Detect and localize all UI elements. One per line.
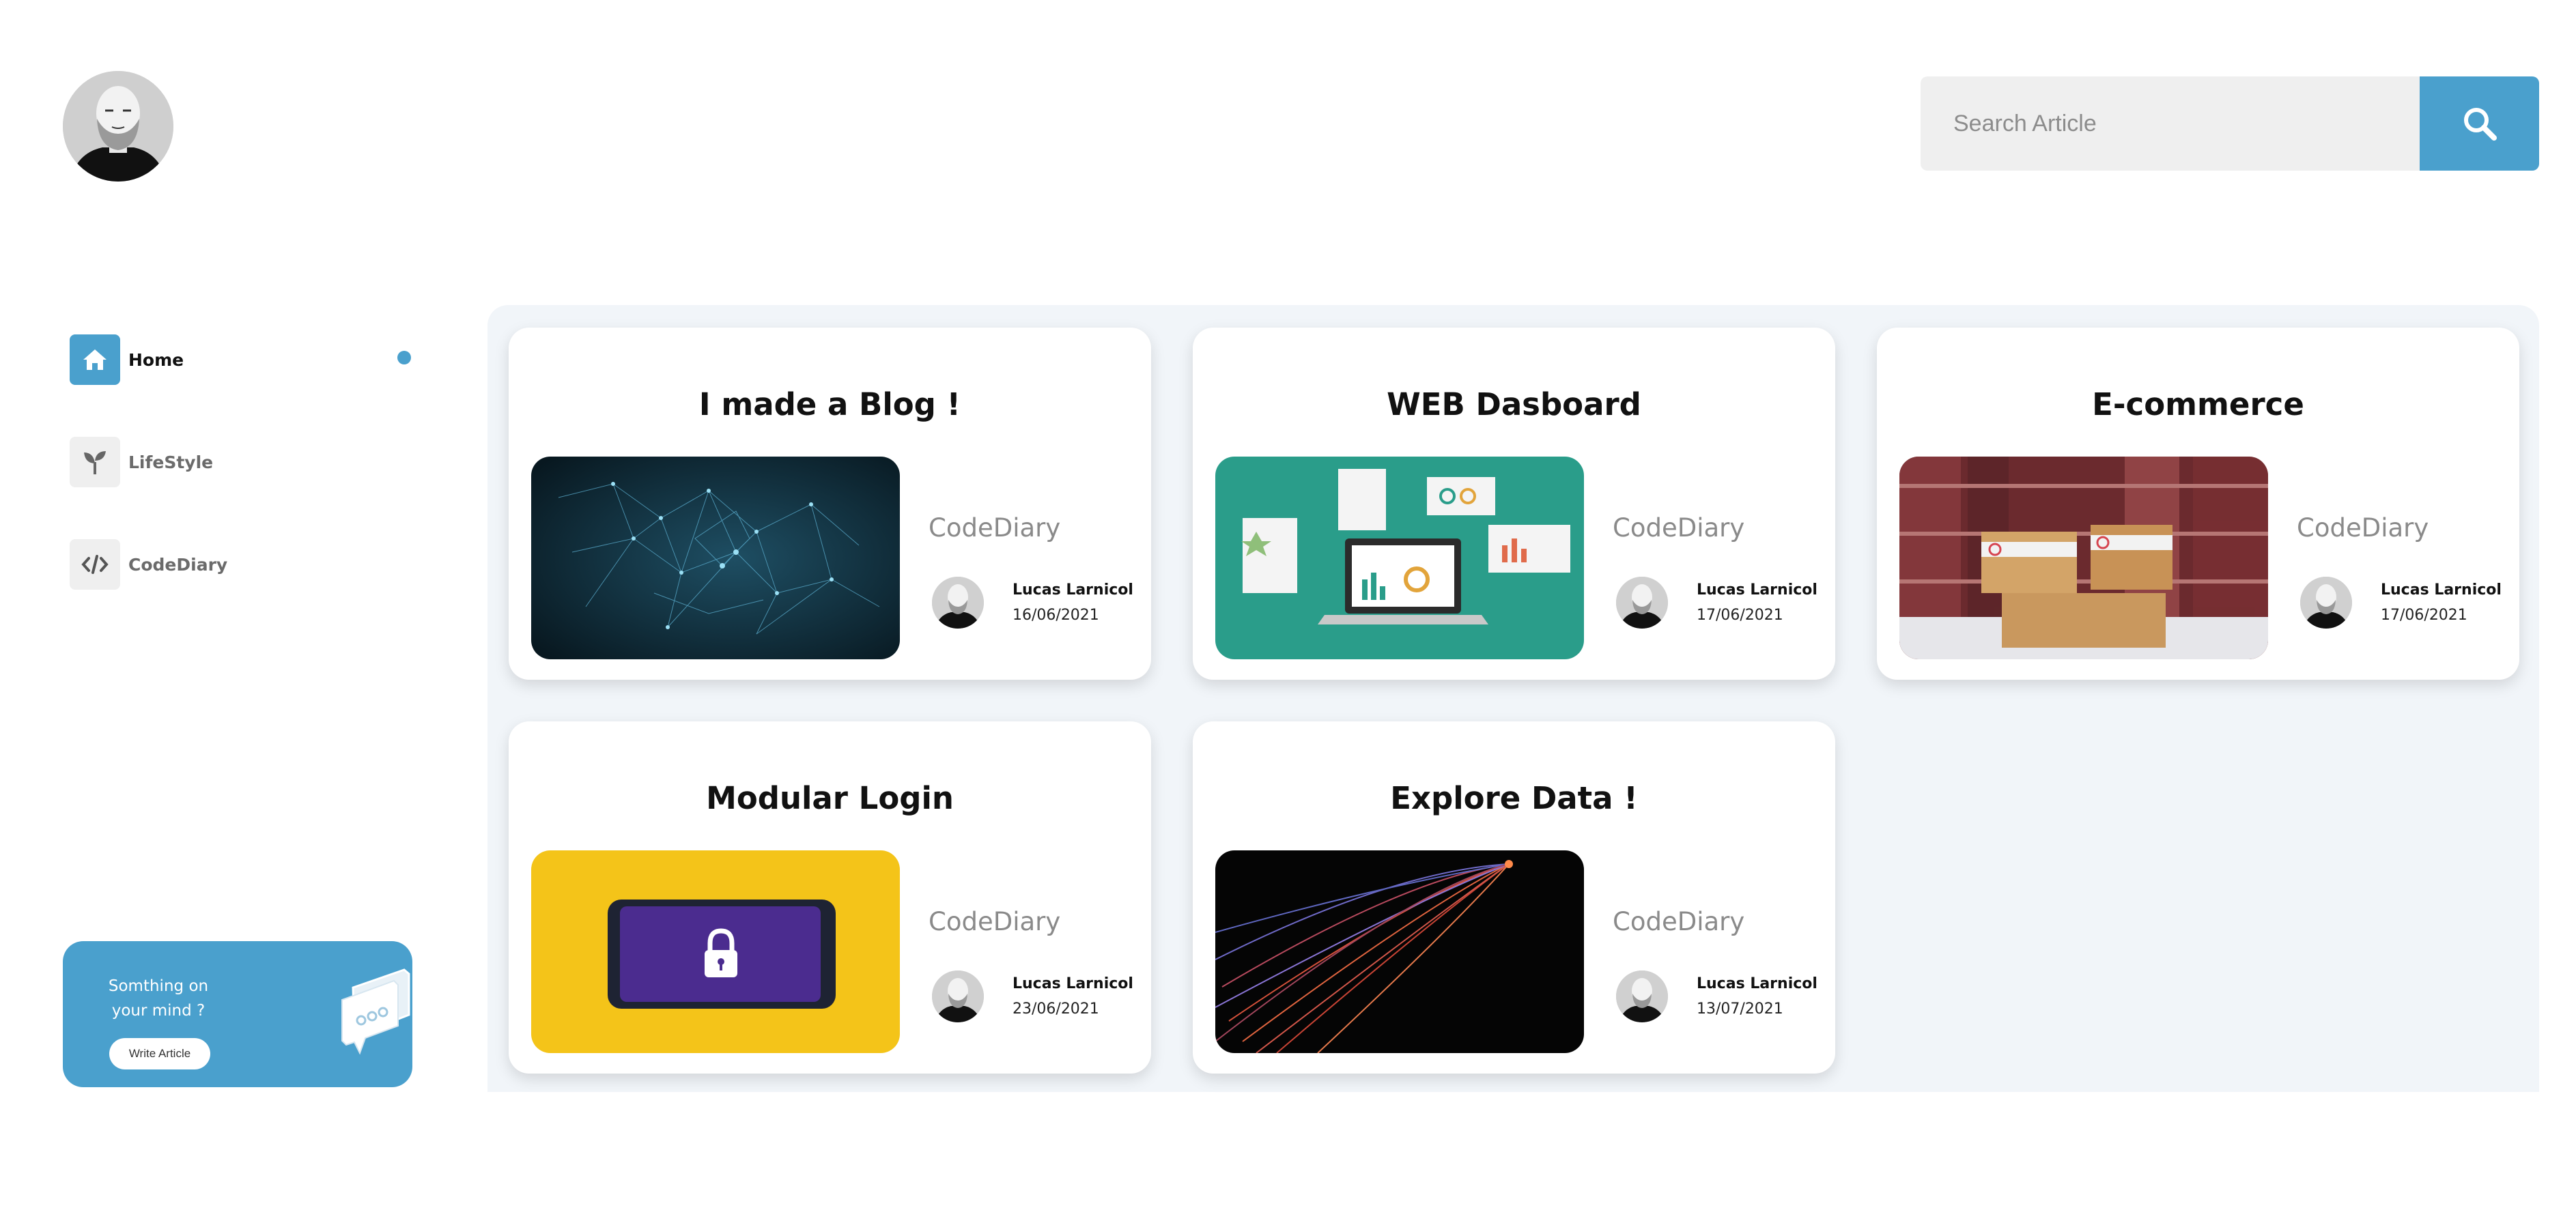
- author-name: Lucas Larnicol: [2381, 581, 2502, 599]
- article-category[interactable]: CodeDiary: [1613, 513, 1744, 543]
- article-card[interactable]: E-commerce CodeDiary Lucas Larnicol 17/0…: [1877, 328, 2519, 680]
- article-thumbnail-boxes: [1899, 457, 2268, 659]
- sidebar-item-label: Home: [128, 349, 184, 370]
- article-category[interactable]: CodeDiary: [2297, 513, 2429, 543]
- article-category[interactable]: CodeDiary: [1613, 907, 1744, 936]
- publish-date: 13/07/2021: [1697, 1001, 1783, 1018]
- article-card[interactable]: WEB Dasboard CodeDiary Lucas Larnicol 17…: [1193, 328, 1835, 680]
- article-category[interactable]: CodeDiary: [929, 513, 1060, 543]
- author-name: Lucas Larnicol: [1697, 581, 1817, 599]
- sidebar-item-lifestyle[interactable]: LifeStyle: [70, 437, 213, 487]
- article-thumbnail-light-trails: [1215, 850, 1584, 1053]
- article-thumbnail-dashboard: [1215, 457, 1584, 659]
- active-indicator: [397, 351, 411, 364]
- write-article-button[interactable]: Write Article: [109, 1038, 210, 1069]
- sidebar-item-label: LifeStyle: [128, 452, 214, 472]
- article-title: WEB Dasboard: [1387, 386, 1641, 422]
- article-category[interactable]: CodeDiary: [929, 907, 1060, 936]
- article-card[interactable]: Explore Data ! CodeDiary Lucas Larnicol …: [1193, 721, 1835, 1074]
- author-avatar: [2300, 577, 2352, 629]
- author-avatar: [932, 970, 984, 1022]
- article-author: Lucas Larnicol 17/06/2021: [1616, 577, 1817, 629]
- author-avatar: [932, 577, 984, 629]
- publish-date: 23/06/2021: [1013, 1001, 1099, 1018]
- article-card[interactable]: I made a Blog ! CodeDiary Lucas Larnicol…: [509, 328, 1151, 680]
- chat-bubbles-icon: [341, 968, 410, 1055]
- publish-date: 17/06/2021: [1697, 607, 1783, 624]
- profile-avatar[interactable]: [63, 71, 173, 182]
- author-avatar: [1616, 577, 1668, 629]
- article-thumbnail-phone-lock: [531, 850, 900, 1053]
- article-author: Lucas Larnicol 23/06/2021: [932, 970, 1133, 1022]
- article-title: E-commerce: [2092, 386, 2304, 422]
- article-author: Lucas Larnicol 13/07/2021: [1616, 970, 1817, 1022]
- code-icon: [70, 539, 120, 590]
- sidebar-item-home[interactable]: Home: [70, 334, 184, 385]
- write-article-card: Somthing on your mind ? Write Article: [63, 941, 412, 1087]
- author-name: Lucas Larnicol: [1013, 975, 1133, 992]
- author-name: Lucas Larnicol: [1697, 975, 1817, 992]
- publish-date: 16/06/2021: [1013, 607, 1099, 624]
- home-icon: [70, 334, 120, 385]
- search-bar: [1921, 76, 2539, 171]
- article-title: I made a Blog !: [698, 386, 961, 422]
- article-card[interactable]: Modular Login CodeDiary Lucas Larnicol 2…: [509, 721, 1151, 1074]
- article-thumbnail-network: [531, 457, 900, 659]
- article-title: Explore Data !: [1390, 780, 1638, 816]
- search-button[interactable]: [2420, 76, 2539, 171]
- article-author: Lucas Larnicol 16/06/2021: [932, 577, 1133, 629]
- article-title: Modular Login: [706, 780, 954, 816]
- article-author: Lucas Larnicol 17/06/2021: [2300, 577, 2502, 629]
- author-avatar: [1616, 970, 1668, 1022]
- search-icon: [2463, 108, 2497, 141]
- search-input[interactable]: [1921, 76, 2420, 171]
- publish-date: 17/06/2021: [2381, 607, 2467, 624]
- articles-panel: I made a Blog ! CodeDiary Lucas Larnicol…: [487, 305, 2539, 1092]
- sidebar-item-label: CodeDiary: [128, 554, 228, 575]
- sprout-icon: [70, 437, 120, 487]
- sidebar-item-codediary[interactable]: CodeDiary: [70, 539, 227, 590]
- author-name: Lucas Larnicol: [1013, 581, 1133, 599]
- cta-text: Somthing on your mind ?: [108, 977, 209, 1020]
